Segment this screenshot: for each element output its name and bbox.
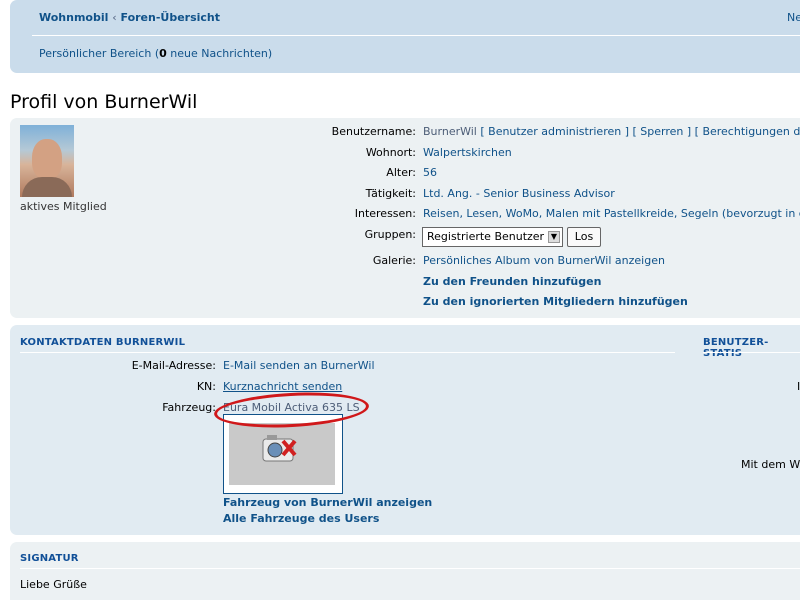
interests-label: Interessen:: [354, 207, 416, 220]
gallery-link[interactable]: Persönliches Album von BurnerWil anzeige…: [423, 254, 665, 267]
add-friend-link[interactable]: Zu den Freunden hinzufügen: [423, 275, 601, 288]
location-value: Walpertskirchen: [423, 146, 512, 159]
stats-heading-line: [703, 352, 800, 353]
age-label: Alter:: [386, 166, 416, 179]
go-button[interactable]: Los: [567, 227, 601, 247]
signature-heading-line: [20, 568, 800, 569]
breadcrumb-separator: ‹: [112, 11, 117, 24]
vehicle-label: Fahrzeug:: [162, 401, 216, 414]
pm-count: 0: [159, 47, 167, 60]
groups-selected-value: Registrierte Benutzer: [427, 230, 545, 243]
nav-right-link[interactable]: Ne: [787, 11, 800, 24]
page-title: Profil von BurnerWil: [10, 91, 198, 113]
add-foe-link[interactable]: Zu den ignorierten Mitgliedern hinzufüge…: [423, 295, 688, 308]
signature-text: Liebe Grüße: [20, 578, 87, 591]
pm-send-link[interactable]: Kurznachricht senden: [223, 380, 342, 393]
contact-heading: KONTAKTDATEN BURNERWIL: [20, 337, 186, 348]
email-link[interactable]: E-Mail senden an BurnerWil: [223, 359, 375, 372]
private-messages-link[interactable]: Persönlicher Bereich (0 neue Nachrichten…: [39, 47, 272, 60]
chevron-down-icon[interactable]: ▼: [548, 231, 560, 243]
signature-panel: [10, 542, 800, 600]
username-label: Benutzername:: [331, 125, 416, 138]
pm-suffix: neue Nachrichten): [166, 47, 273, 60]
contact-heading-line: [20, 352, 675, 353]
navbar: Wohnmobil ‹ Foren-Übersicht Ne Persönlic…: [10, 0, 800, 73]
pm-prefix: Persönlicher Bereich (: [39, 47, 160, 60]
occupation-value: Ltd. Ang. - Senior Business Advisor: [423, 187, 615, 200]
age-value: 56: [423, 166, 437, 179]
vehicle-all-link[interactable]: Alle Fahrzeuge des Users: [223, 512, 379, 525]
vehicle-image[interactable]: [229, 423, 335, 485]
occupation-label: Tätigkeit:: [365, 187, 416, 200]
location-label: Wohnort:: [365, 146, 416, 159]
username-text: BurnerWil: [423, 125, 477, 138]
vehicle-show-link[interactable]: Fahrzeug von BurnerWil anzeigen: [223, 496, 432, 509]
avatar-shirt: [22, 177, 72, 197]
nav-divider: [32, 35, 800, 36]
breadcrumb-forum-index[interactable]: Foren-Übersicht: [121, 11, 221, 24]
stats-cut-text-2: Mit dem W: [741, 458, 800, 471]
avatar-face: [32, 139, 62, 179]
groups-label: Gruppen:: [364, 228, 416, 241]
breadcrumb-home[interactable]: Wohnmobil: [39, 11, 108, 24]
admin-links[interactable]: [ Benutzer administrieren ] [ Sperren ] …: [480, 125, 800, 138]
gallery-label: Galerie:: [372, 254, 416, 267]
stats-heading: BENUTZER-STATIS: [703, 337, 769, 359]
avatar: [20, 125, 74, 197]
user-rank: aktives Mitglied: [20, 200, 107, 213]
broken-image-icon: [229, 423, 335, 485]
email-label: E-Mail-Adresse:: [131, 359, 216, 372]
pm-label: KN:: [196, 380, 216, 393]
interests-value: Reisen, Lesen, WoMo, Malen mit Pastellkr…: [423, 207, 800, 220]
groups-select[interactable]: Registrierte Benutzer ▼: [422, 227, 563, 247]
signature-heading: SIGNATUR: [20, 553, 79, 564]
username-value: BurnerWil [ Benutzer administrieren ] [ …: [423, 125, 800, 138]
breadcrumb: Wohnmobil ‹ Foren-Übersicht: [39, 11, 220, 24]
